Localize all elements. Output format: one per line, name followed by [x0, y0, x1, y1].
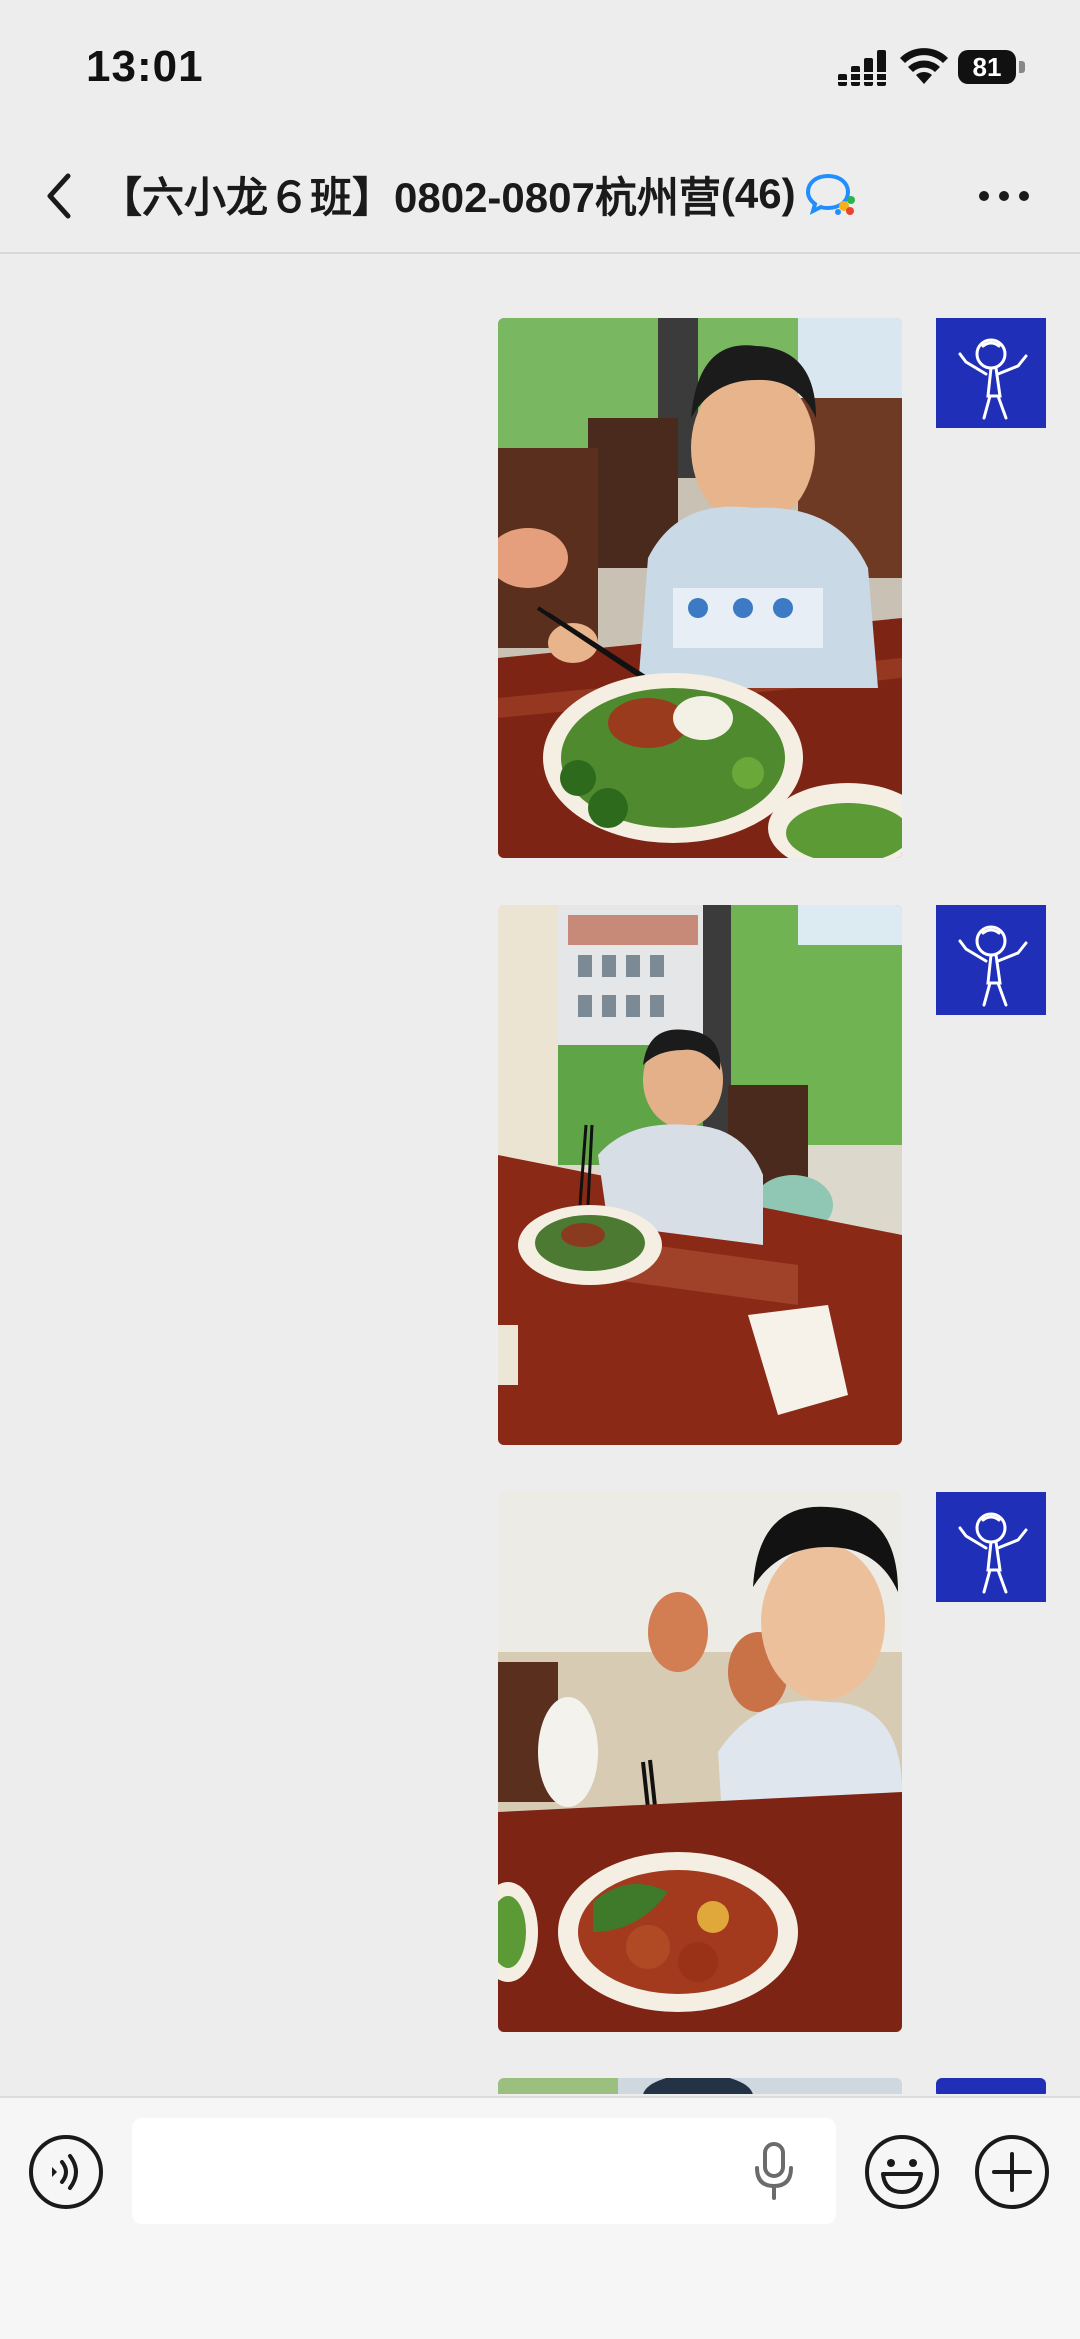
battery-icon: 81	[958, 50, 1028, 84]
battery-level: 81	[958, 50, 1016, 84]
input-bar	[0, 2096, 1080, 2339]
chat-title[interactable]: 【六小龙６班】0802-0807杭州营 (46)	[100, 164, 856, 224]
chat-member-count: (46)	[720, 170, 796, 217]
stick-figure-avatar-icon	[936, 905, 1046, 1015]
microphone-icon[interactable]	[752, 2142, 796, 2202]
chat-title-text: 【六小龙６班】0802-0807杭州营	[100, 173, 721, 221]
stick-figure-avatar-icon	[936, 318, 1046, 428]
voice-mode-icon[interactable]	[28, 2134, 104, 2210]
message-image[interactable]	[498, 905, 902, 1445]
chat-header: 【六小龙６班】0802-0807杭州营 (46)	[0, 140, 1080, 254]
stick-figure-avatar-icon	[936, 1492, 1046, 1602]
sender-avatar-partial[interactable]	[936, 2078, 1046, 2094]
message-input[interactable]	[132, 2118, 836, 2224]
add-more-icon[interactable]	[974, 2134, 1050, 2210]
emoji-icon[interactable]	[864, 2134, 940, 2210]
status-bar: 13:01 81	[0, 0, 1080, 140]
sender-avatar[interactable]	[936, 318, 1046, 428]
cellular-signal-icon	[838, 50, 888, 86]
wifi-icon	[900, 48, 948, 84]
back-chevron-icon[interactable]	[40, 168, 80, 224]
message-image-partial-bottom[interactable]	[498, 2078, 902, 2094]
status-time: 13:01	[86, 42, 204, 91]
sender-avatar[interactable]	[936, 905, 1046, 1015]
message-image[interactable]	[498, 318, 902, 858]
message-image[interactable]	[498, 1492, 902, 2032]
sender-avatar[interactable]	[936, 1492, 1046, 1602]
message-list[interactable]	[0, 254, 1080, 2094]
wecom-group-icon	[805, 173, 855, 215]
more-options-icon[interactable]	[976, 176, 1032, 216]
